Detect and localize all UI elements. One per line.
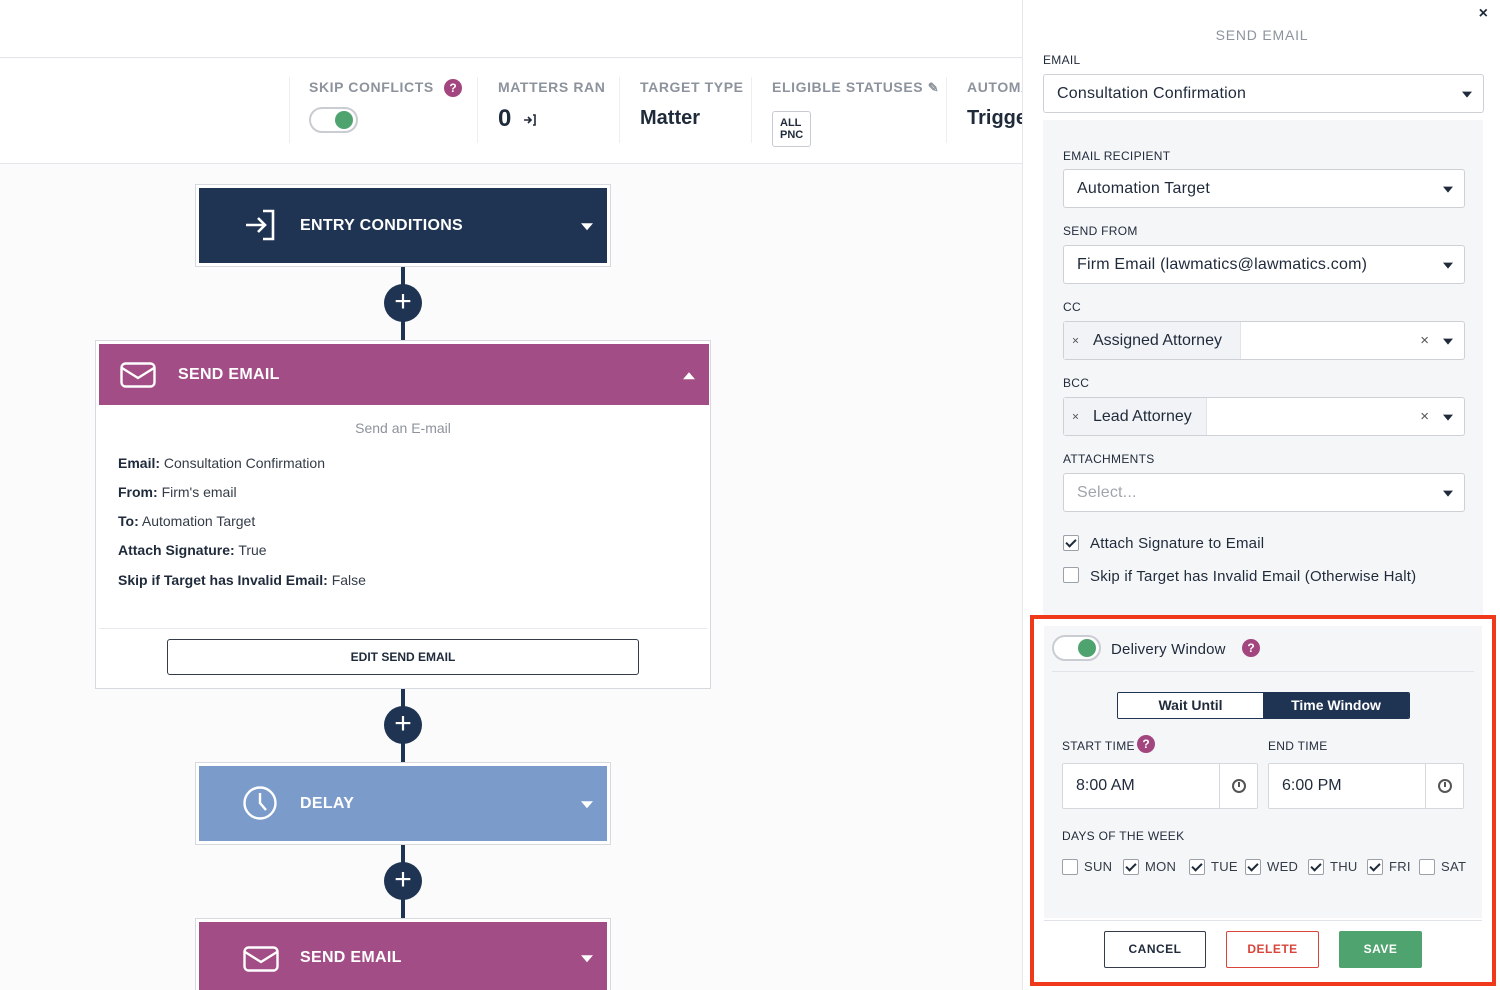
panel-title: SEND EMAIL [1215,27,1309,43]
skip-invalid-label: Skip if Target has Invalid Email (Otherw… [1090,568,1417,585]
recipient-label: EMAIL RECIPIENT [1063,149,1171,163]
chevron-down-icon [1443,414,1453,421]
enter-icon[interactable] [522,112,538,128]
bcc-label: BCC [1063,376,1090,390]
email-select[interactable]: Consultation Confirmation [1043,74,1484,113]
toggle-knob [335,111,353,129]
add-step-button[interactable]: + [384,862,422,900]
matters-ran-value: 0 [498,105,538,133]
send-from-select[interactable]: Firm Email (lawmatics@lawmatics.com) [1063,245,1465,284]
chevron-down-icon [1462,91,1472,98]
skip-conflicts-label: SKIP CONFLICTS [309,79,434,95]
divider [751,77,752,143]
detail-skip-invalid: Skip if Target has Invalid Email: False [118,572,366,588]
send-email-2-title: SEND EMAIL [300,949,402,966]
attach-signature-label: Attach Signature to Email [1090,535,1265,552]
chevron-down-icon[interactable] [581,222,593,230]
eligible-statuses-label: ELIGIBLE STATUSES [772,79,924,95]
divider [99,628,707,629]
bcc-tag: × Lead Attorney [1064,398,1207,435]
clock-icon [243,786,277,820]
cc-tag: × Assigned Attorney [1064,322,1241,359]
target-type-label: TARGET TYPE [640,79,744,95]
matters-ran-count: 0 [498,105,512,132]
skip-conflicts-toggle[interactable] [309,107,358,133]
send-email-node: SEND EMAIL Send an E-mail Email: Consult… [95,340,711,689]
close-icon[interactable]: × [1479,5,1488,23]
automation-value: Trigge [967,107,1022,129]
workflow-canvas: SKIP CONFLICTS ? MATTERS RAN 0 TARGET TY… [0,0,1022,990]
envelope-icon [120,362,156,388]
email-options-box: EMAIL RECIPIENT Automation Target SEND F… [1043,120,1483,616]
eligible-statuses-badge[interactable]: ALL PNC [772,111,812,147]
clear-icon[interactable]: × [1420,408,1429,425]
chevron-down-icon[interactable] [581,800,593,808]
attachments-select[interactable]: Select... [1063,473,1465,512]
envelope-icon [243,946,279,972]
divider [289,77,290,143]
attach-signature-checkbox[interactable] [1063,535,1079,551]
chevron-down-icon [1443,338,1453,345]
delay-title: DELAY [300,794,355,812]
stats-bar: SKIP CONFLICTS ? MATTERS RAN 0 TARGET TY… [0,59,1022,164]
chevron-down-icon [1443,490,1453,497]
delay-node[interactable]: DELAY [199,766,607,841]
send-email-node-2[interactable]: SEND EMAIL [199,922,607,990]
entry-icon [246,209,275,241]
recipient-select[interactable]: Automation Target [1063,169,1465,208]
divider [619,77,620,143]
add-step-button[interactable]: + [384,284,422,322]
clear-icon[interactable]: × [1420,332,1429,349]
send-from-value: Firm Email (lawmatics@lawmatics.com) [1077,255,1368,273]
edit-pencil-icon[interactable]: ✎ [928,80,940,95]
entry-conditions-title: ENTRY CONDITIONS [300,216,464,234]
send-email-title: SEND EMAIL [178,365,280,383]
remove-tag-icon[interactable]: × [1072,409,1079,423]
cc-select[interactable]: × Assigned Attorney × [1063,321,1465,360]
email-label: EMAIL [1043,53,1081,67]
top-bar [0,0,1022,58]
attachments-placeholder: Select... [1077,483,1137,501]
cc-label: CC [1063,300,1081,314]
detail-email: Email: Consultation Confirmation [118,455,325,471]
email-value: Consultation Confirmation [1057,84,1247,102]
send-email-subtitle: Send an E-mail [355,420,451,436]
attachments-label: ATTACHMENTS [1063,452,1155,466]
send-from-label: SEND FROM [1063,224,1138,238]
detail-from: From: Firm's email [118,484,237,500]
automation-label: AUTOMA [967,79,1022,95]
chevron-down-icon [1443,262,1453,269]
recipient-value: Automation Target [1077,179,1210,197]
detail-attach-signature: Attach Signature: True [118,542,267,558]
skip-invalid-checkbox[interactable] [1063,567,1079,583]
chevron-down-icon [1443,186,1453,193]
chevron-up-icon[interactable] [683,371,695,379]
detail-to: To: Automation Target [118,513,256,529]
edit-send-email-button[interactable]: EDIT SEND EMAIL [167,639,639,675]
divider [477,77,478,143]
help-icon[interactable]: ? [444,79,463,98]
highlight-frame [1030,615,1496,986]
bcc-tag-label: Lead Attorney [1093,407,1192,425]
bcc-select[interactable]: × Lead Attorney × [1063,397,1465,436]
target-type-value: Matter [640,107,701,129]
add-step-button[interactable]: + [384,706,422,744]
matters-ran-label: MATTERS RAN [498,79,606,95]
entry-conditions-node[interactable]: ENTRY CONDITIONS [199,188,607,263]
send-email-header[interactable]: SEND EMAIL [99,344,709,405]
cc-tag-label: Assigned Attorney [1093,331,1222,349]
remove-tag-icon[interactable]: × [1072,333,1079,347]
chevron-down-icon[interactable] [581,955,593,963]
divider [946,77,947,143]
